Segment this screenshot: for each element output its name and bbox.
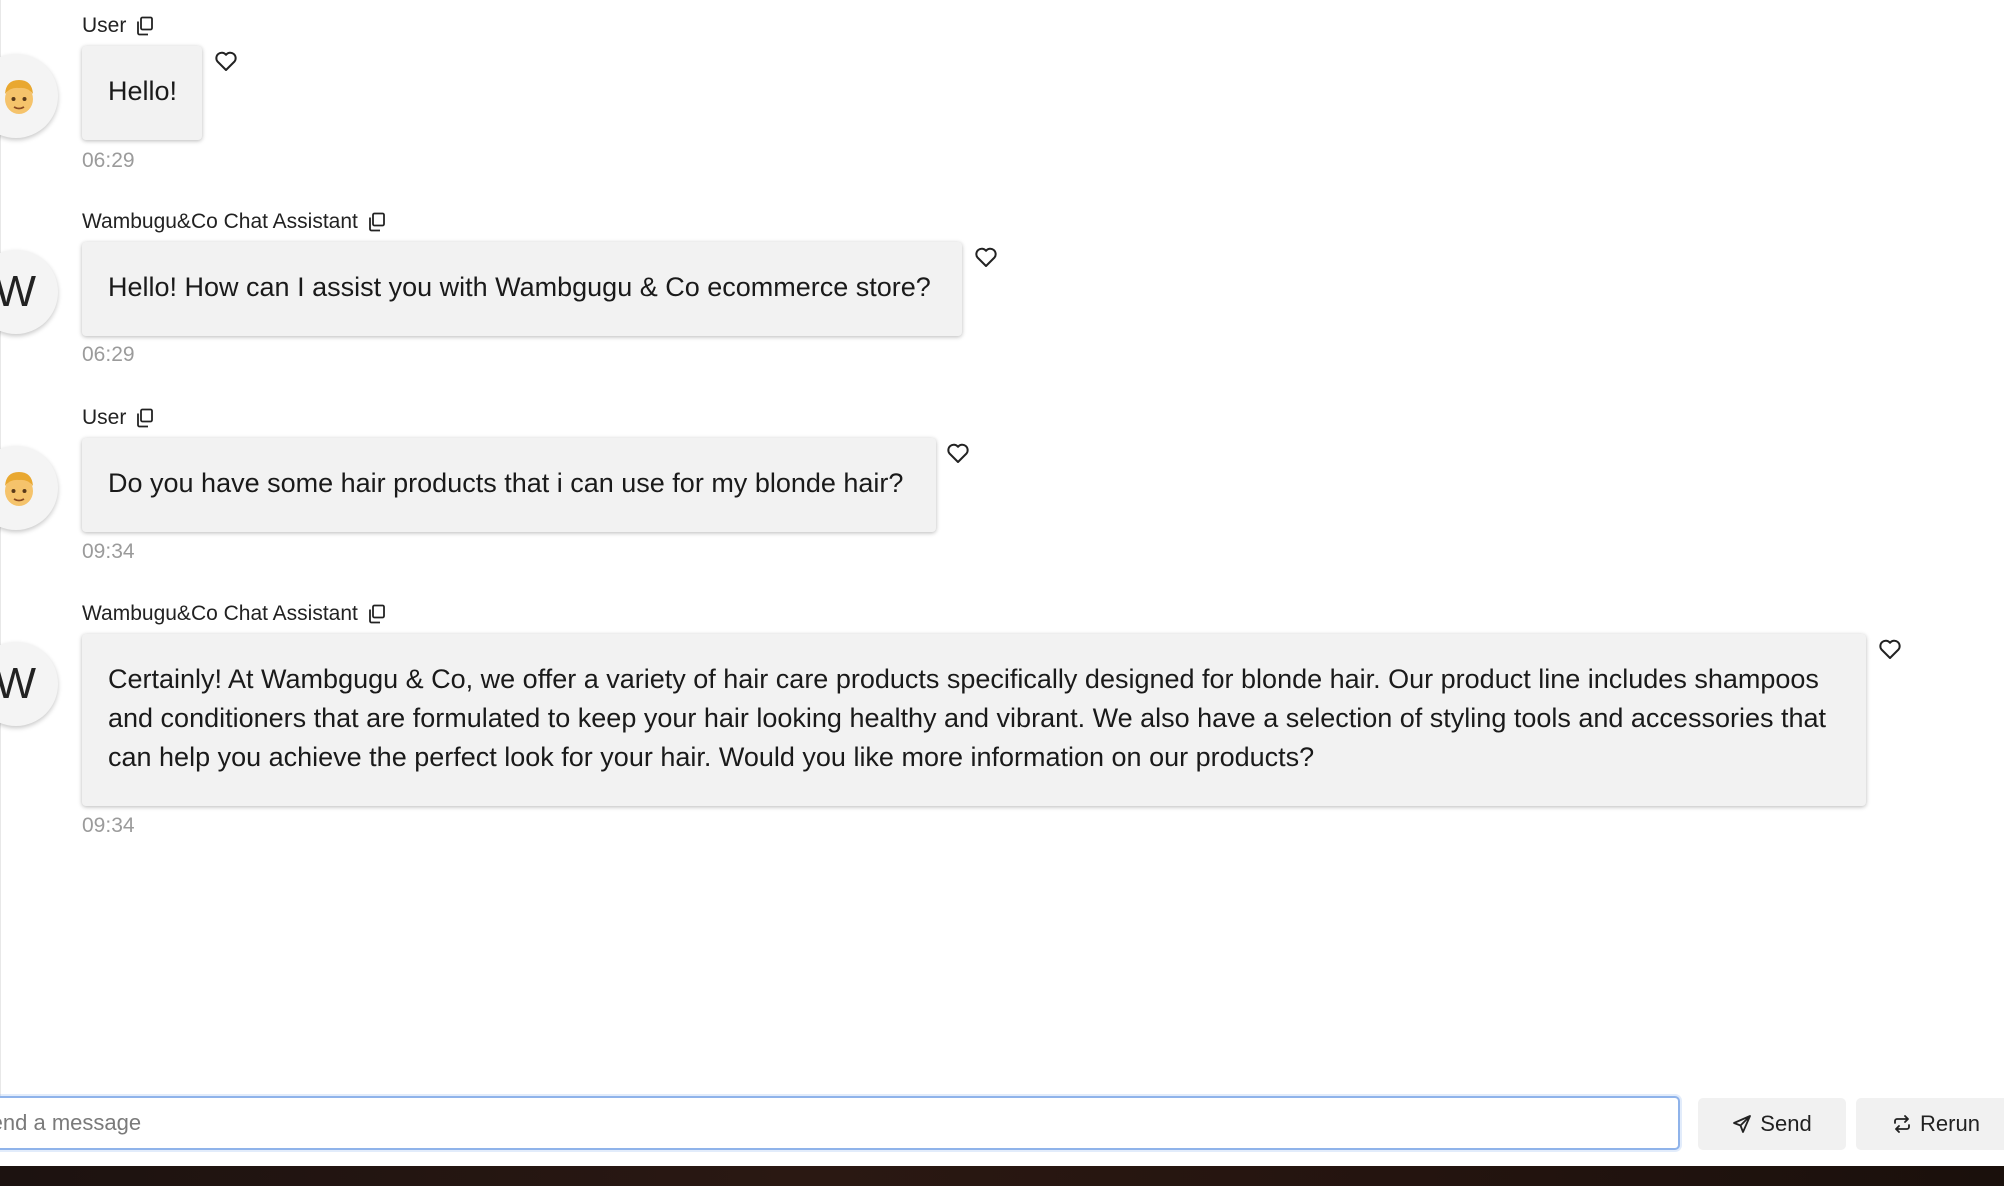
message-sender: User: [82, 406, 154, 430]
copy-icon[interactable]: [136, 16, 154, 36]
sender-name: Wambugu&Co Chat Assistant: [82, 210, 358, 233]
message-text-line: Certainly! At Wambgugu & Co, we offer a …: [108, 664, 1819, 694]
avatar: [0, 54, 58, 138]
message-timestamp: 06:29: [82, 149, 135, 172]
child-face-emoji-icon: [5, 80, 33, 114]
message-text: Hello! How can I assist you with Wambgug…: [108, 272, 931, 302]
sender-name: Wambugu&Co Chat Assistant: [82, 602, 358, 625]
child-face-emoji-icon: [5, 472, 33, 506]
paper-plane-icon: [1733, 1115, 1752, 1133]
message-bubble: Do you have some hair products that i ca…: [82, 438, 936, 532]
avatar: W: [0, 642, 58, 726]
chat-panel: User Hello! 06:29 Wambugu&Co Chat Assist…: [0, 0, 2004, 1166]
repeat-icon: [1894, 1115, 1910, 1133]
message-text: Hello!: [108, 76, 178, 106]
message-composer: Send Rerun: [0, 1096, 2004, 1152]
rerun-button[interactable]: Rerun: [1856, 1098, 2004, 1150]
message-sender: User: [82, 14, 154, 38]
copy-icon[interactable]: [368, 212, 386, 232]
message-text-line: can help you achieve the perfect look fo…: [108, 742, 1315, 772]
message-timestamp: 06:29: [82, 343, 135, 366]
avatar: [0, 446, 58, 530]
message-sender: Wambugu&Co Chat Assistant: [82, 602, 386, 626]
message-bubble: Hello!: [82, 46, 202, 140]
rerun-label: Rerun: [1920, 1111, 1980, 1136]
avatar-letter: W: [0, 267, 36, 316]
avatar: W: [0, 250, 58, 334]
message-timestamp: 09:34: [82, 540, 135, 563]
heart-icon[interactable]: [214, 50, 238, 72]
message-bubble: Certainly! At Wambgugu & Co, we offer a …: [82, 634, 1866, 806]
copy-icon[interactable]: [368, 604, 386, 624]
copy-icon[interactable]: [136, 408, 154, 428]
desktop-background-strip: [0, 1166, 2004, 1186]
heart-icon[interactable]: [974, 246, 998, 268]
avatar-letter: W: [0, 659, 36, 708]
message-timestamp: 09:34: [82, 814, 135, 837]
send-label: Send: [1760, 1111, 1812, 1136]
sender-name: User: [82, 406, 127, 429]
message-sender: Wambugu&Co Chat Assistant: [82, 210, 386, 234]
message-text: Do you have some hair products that i ca…: [108, 468, 904, 498]
send-button[interactable]: Send: [1698, 1098, 1846, 1150]
message-text-line: and conditioners that are formulated to …: [108, 703, 1827, 733]
message-bubble: Hello! How can I assist you with Wambgug…: [82, 242, 962, 336]
sender-name: User: [82, 14, 127, 37]
heart-icon[interactable]: [1878, 638, 1902, 660]
heart-icon[interactable]: [946, 442, 970, 464]
message-input[interactable]: [0, 1096, 1680, 1150]
